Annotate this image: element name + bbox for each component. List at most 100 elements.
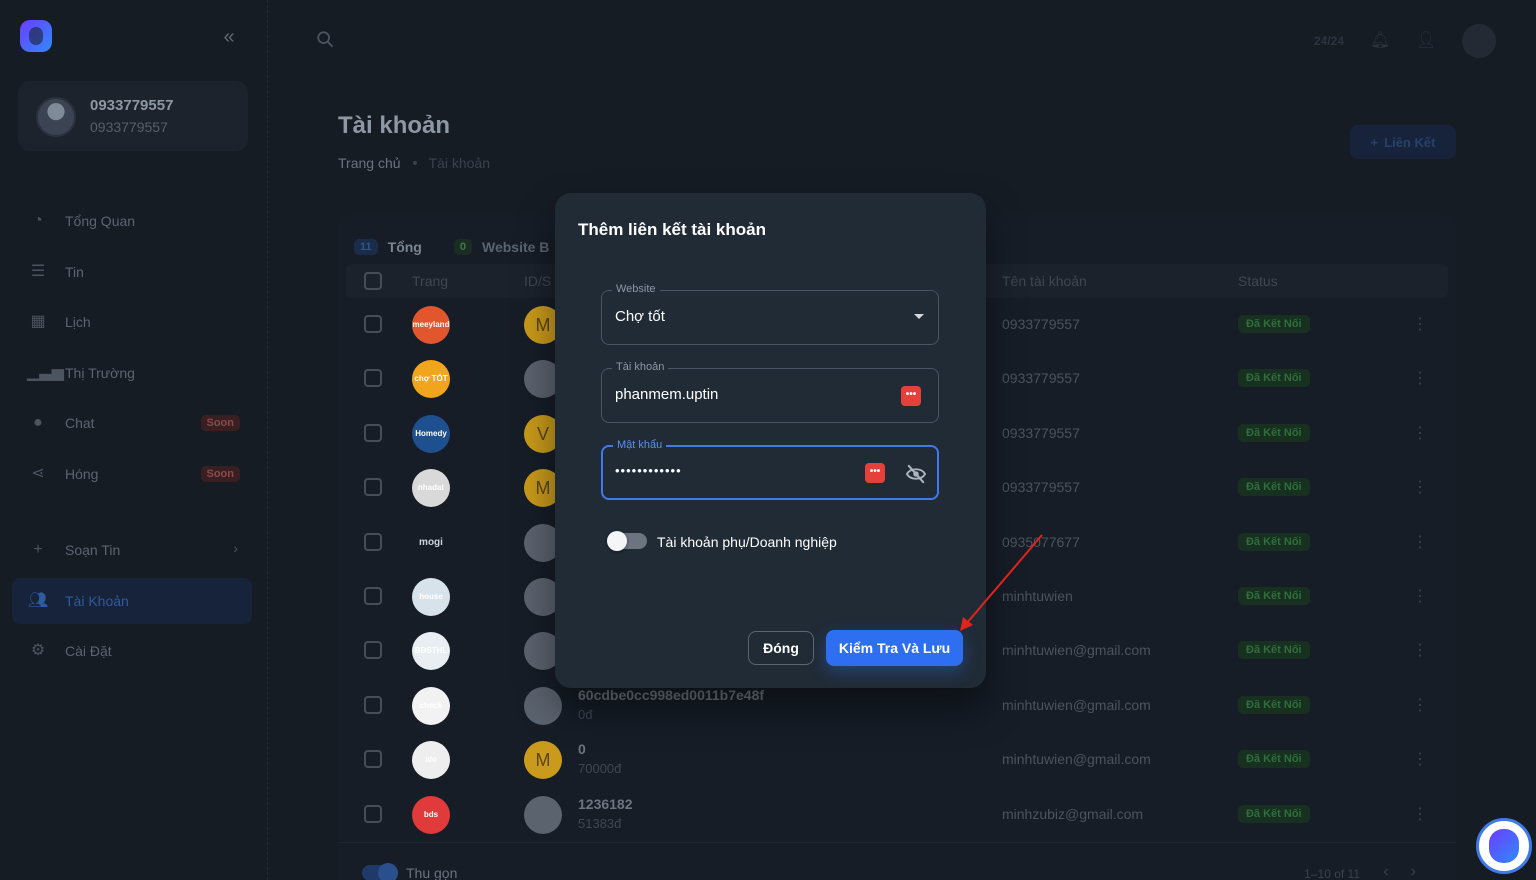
row-checkbox[interactable] — [364, 478, 382, 497]
search-icon[interactable] — [316, 30, 334, 48]
avatar[interactable] — [1462, 24, 1496, 58]
sidebar-item-chat[interactable]: ● Chat Soon — [12, 400, 252, 446]
sidebar-item-hong[interactable]: ⋖ Hóng Soon — [12, 451, 252, 497]
row-checkbox[interactable] — [364, 695, 382, 714]
more-vertical-icon[interactable]: ⋮ — [1412, 640, 1428, 660]
select-all-checkbox[interactable] — [364, 272, 382, 290]
password-manager-icon[interactable]: ••• — [901, 386, 921, 406]
bell-icon[interactable]: 🔔︎ — [1370, 31, 1390, 51]
site-logo: check — [412, 686, 450, 725]
chevron-right-icon: › — [233, 540, 238, 556]
sidebar-item-dashboard[interactable]: ◔ Tổng Quan — [12, 198, 252, 244]
breadcrumb-separator — [412, 161, 417, 165]
more-vertical-icon[interactable]: ⋮ — [1412, 749, 1428, 769]
table-row[interactable]: alo M 0 70000đ minhtuwien@gmail.com Đã Kết Nố… — [338, 733, 1456, 787]
sidebar-item-accounts[interactable]: 👥︎ Tài Khoản — [12, 577, 252, 624]
sidebar-item-posts[interactable]: ☰ Tin — [12, 249, 252, 295]
more-vertical-icon[interactable]: ⋮ — [1412, 423, 1428, 443]
status-badge: Đã Kết Nối — [1238, 315, 1310, 333]
column-header-status: Status — [1238, 273, 1278, 289]
website-select[interactable]: Website Chợ tốt — [601, 283, 939, 345]
site-logo: BĐSTHL — [412, 632, 450, 671]
sidebar-item-label: Tin — [65, 263, 84, 280]
status-badge: Đã Kết Nối — [1238, 532, 1310, 551]
site-logo: meeyland — [412, 306, 450, 344]
password-value: •••••••••••• — [615, 463, 682, 478]
row-checkbox[interactable] — [364, 369, 382, 388]
row-account-name: minhtuwien — [1002, 588, 1073, 604]
collapse-toggle[interactable] — [362, 863, 398, 880]
status-badge: Đã Kết Nối — [1238, 750, 1310, 769]
more-vertical-icon[interactable]: ⋮ — [1412, 695, 1428, 715]
sidebar-item-settings[interactable]: ⚙ Cài Đặt — [12, 628, 252, 674]
chat-icon: ● — [33, 414, 43, 431]
password-manager-icon[interactable]: ••• — [865, 463, 885, 483]
more-vertical-icon[interactable]: ⋮ — [1412, 368, 1428, 388]
collapse-sidebar-icon[interactable]: « — [218, 26, 240, 48]
row-checkbox[interactable] — [364, 641, 382, 660]
pagination-arrows[interactable]: ‹› — [1383, 863, 1438, 880]
sidebar-item-label: Lịch — [65, 314, 91, 330]
user-card[interactable]: 0933779557 0933779557 — [18, 81, 248, 151]
more-vertical-icon[interactable]: ⋮ — [1412, 586, 1428, 606]
row-checkbox[interactable] — [364, 315, 382, 333]
row-checkbox[interactable] — [364, 532, 382, 551]
close-button[interactable]: Đóng — [748, 631, 814, 665]
add-link-button[interactable]: + Liên Kết — [1350, 125, 1456, 159]
site-logo: house — [412, 578, 450, 616]
share-icon: ⋖ — [31, 464, 45, 482]
calendar-icon: ▦ — [30, 313, 46, 330]
app-logo[interactable] — [20, 20, 52, 52]
gear-icon: ⚙ — [30, 642, 46, 659]
tab-total[interactable]: 11 Tổng — [354, 230, 422, 266]
sidebar: « 0933779557 0933779557 ◔ Tổng Quan ☰ Ti… — [0, 0, 268, 880]
breadcrumb-current: Tài khoản — [428, 155, 490, 171]
eye-off-icon[interactable] — [905, 464, 927, 484]
sub-account-switch[interactable] — [607, 531, 647, 551]
site-logo: mogi — [419, 536, 443, 548]
sidebar-item-market[interactable]: ▁▃▅ Thị Trường — [12, 350, 252, 396]
site-logo: bds — [412, 795, 450, 834]
tab-label: Website B — [481, 239, 550, 255]
password-field[interactable]: Mật khẩu •••••••••••• ••• — [601, 439, 939, 500]
status-badge: Đã Kết Nối — [1238, 587, 1310, 605]
row-account-name: 0933779557 — [1002, 316, 1080, 332]
sidebar-item-calendar[interactable]: ▦ Lịch — [12, 299, 252, 345]
add-link-label: Liên Kết — [1384, 134, 1436, 150]
status-badge: Đã Kết Nối — [1238, 641, 1310, 660]
table-row[interactable]: bds 1236182 51383đ minhzubiz@gmail.com Đã Kế… — [338, 788, 1456, 842]
row-id: 1236182 — [578, 795, 633, 812]
row-checkbox[interactable] — [364, 804, 382, 823]
account-label: Tài khoản — [612, 361, 669, 373]
status-badge: Đã Kết Nối — [1238, 478, 1310, 497]
chart-icon: ▁▃▅ — [27, 363, 64, 381]
column-header-id: ID/S — [524, 273, 552, 289]
soon-badge: Soon — [200, 415, 240, 431]
more-vertical-icon[interactable]: ⋮ — [1412, 532, 1428, 552]
site-logo: nhadat — [412, 469, 450, 508]
soon-badge: Soon — [200, 465, 240, 482]
row-checkbox[interactable] — [364, 750, 382, 769]
row-account-name: minhtuwien@gmail.com — [1002, 751, 1151, 768]
row-checkbox[interactable] — [364, 423, 382, 442]
row-account-name: 0933779557 — [1002, 479, 1080, 496]
support-chat-button[interactable] — [1476, 818, 1532, 874]
more-vertical-icon[interactable]: ⋮ — [1412, 477, 1428, 497]
status-badge: Đã Kết Nối — [1238, 369, 1310, 388]
check-and-save-button[interactable]: Kiểm Tra Và Lưu — [826, 630, 963, 666]
sidebar-item-compose[interactable]: + Soạn Tin › — [12, 527, 252, 573]
row-id: 60cdbe0cc998ed0011b7e48f — [578, 686, 765, 703]
breadcrumb-home[interactable]: Trang chủ — [338, 155, 401, 171]
plus-icon: + — [33, 541, 43, 558]
breadcrumb: Trang chủ Tài khoản — [338, 155, 490, 171]
row-account-name: minhzubiz@gmail.com — [1002, 805, 1144, 822]
tab-website[interactable]: 0 Website B — [453, 230, 550, 264]
avatar — [36, 97, 76, 137]
site-logo: chợ TỐT — [412, 360, 450, 399]
more-vertical-icon[interactable]: ⋮ — [1412, 804, 1428, 824]
account-field[interactable]: Tài khoản phanmem.uptin ••• — [601, 361, 939, 423]
sidebar-item-label: Hóng — [65, 465, 99, 482]
contacts-icon[interactable]: 👤︎ — [1416, 31, 1436, 51]
row-checkbox[interactable] — [364, 587, 382, 605]
more-vertical-icon[interactable]: ⋮ — [1412, 314, 1428, 334]
